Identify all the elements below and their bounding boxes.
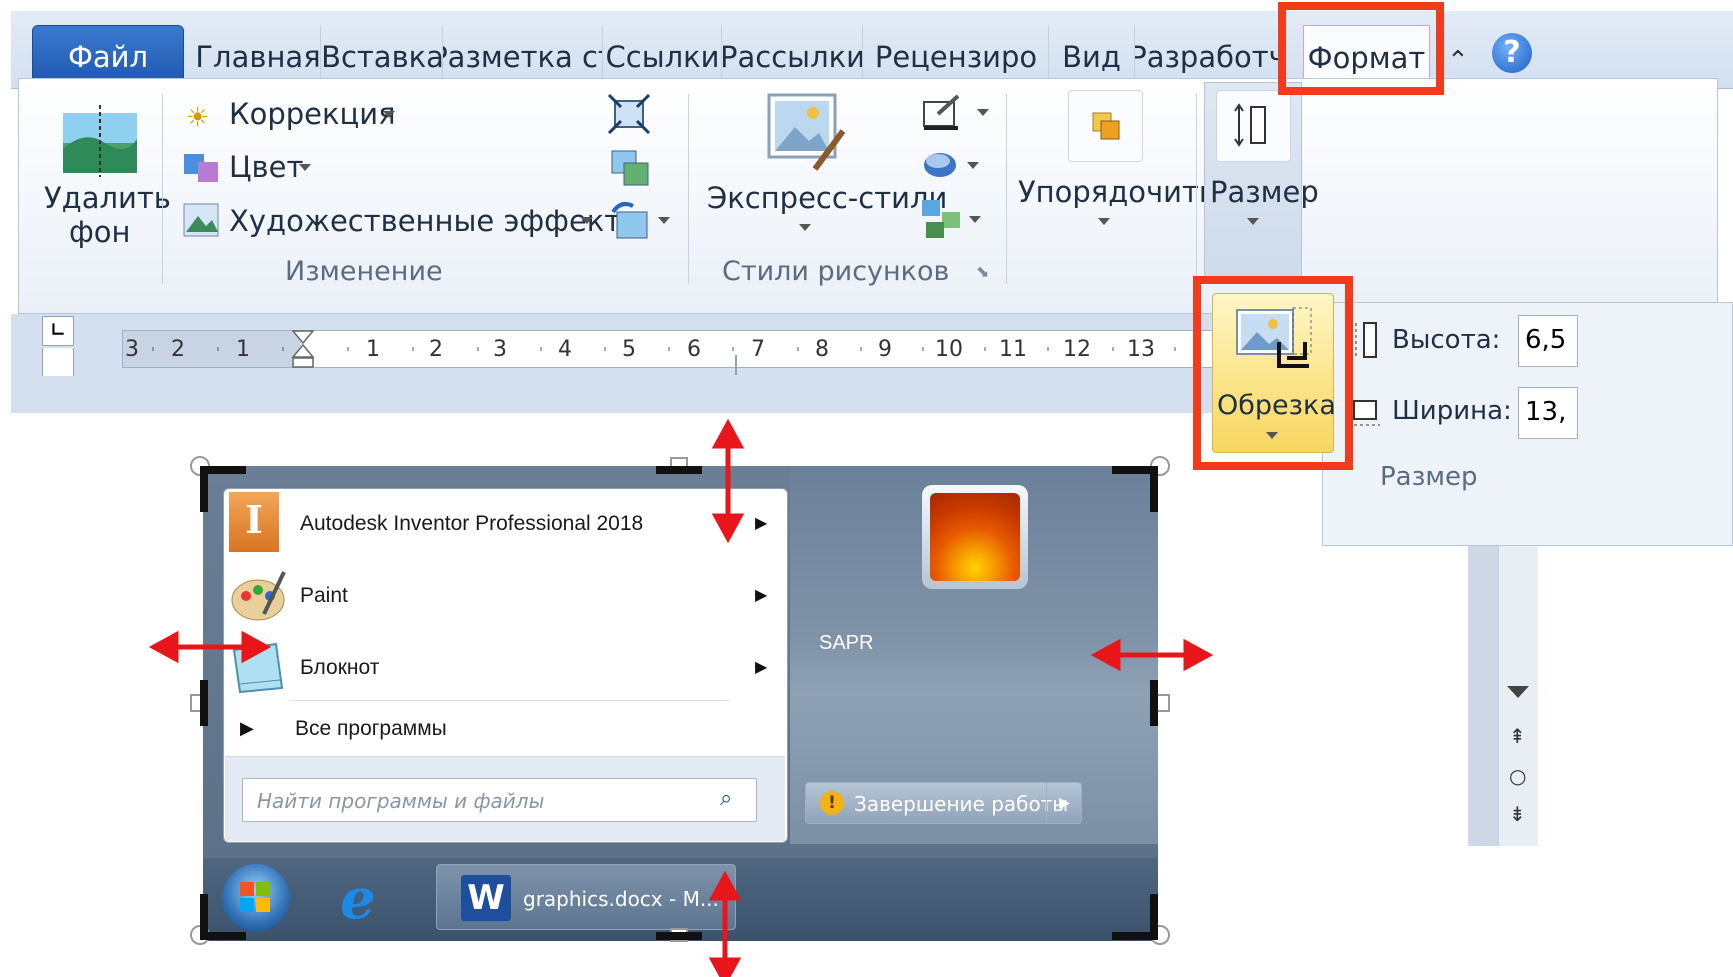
height-label: Высота: xyxy=(1392,325,1501,355)
highlight-crop-button xyxy=(1193,276,1353,470)
help-icon[interactable]: ? xyxy=(1492,33,1532,73)
separator xyxy=(688,94,689,284)
submenu-arrow-icon[interactable]: ▶ xyxy=(755,513,767,532)
reset-picture-icon[interactable] xyxy=(607,198,653,242)
group-label-size: Размер xyxy=(1380,462,1478,492)
group-label-adjust: Изменение xyxy=(285,256,443,287)
menu-divider xyxy=(290,700,730,701)
compress-pictures-icon[interactable] xyxy=(607,93,651,135)
chevron-down-icon[interactable] xyxy=(799,224,811,231)
picture-effects-icon[interactable] xyxy=(920,147,962,181)
chevron-down-icon[interactable] xyxy=(299,164,311,171)
quick-styles-icon[interactable] xyxy=(765,91,847,177)
windows-logo-icon xyxy=(240,882,270,912)
width-label: Ширина: xyxy=(1392,396,1512,426)
dialog-launcher-icon[interactable]: ⬊ xyxy=(976,262,989,281)
color-icon xyxy=(184,154,218,182)
chevron-down-icon[interactable] xyxy=(658,217,670,224)
chevron-down-icon[interactable] xyxy=(383,111,395,118)
arrange-button[interactable]: Упорядочить xyxy=(1018,175,1216,209)
chevron-down-icon[interactable] xyxy=(977,109,989,116)
arrange-icon xyxy=(1092,112,1120,140)
horizontal-ruler[interactable]: 3 2 1 1 2 3 4 5 6 7 8 9 10 11 12 13 xyxy=(122,330,1322,368)
start-menu-item[interactable]: Paint xyxy=(300,584,348,608)
word-icon: W xyxy=(461,875,511,921)
page-shadow xyxy=(1468,546,1498,846)
quick-styles-button[interactable]: Экспресс-стили xyxy=(707,181,947,215)
group-label-picture-styles: Стили рисунков xyxy=(722,256,950,287)
picture-layout-icon[interactable] xyxy=(920,198,966,240)
height-icon xyxy=(1355,322,1377,358)
shield-warning-icon: ! xyxy=(820,791,844,815)
start-button[interactable] xyxy=(222,864,290,932)
crop-handle-e[interactable] xyxy=(1150,680,1158,726)
chevron-down-icon[interactable] xyxy=(1098,218,1110,225)
user-name[interactable]: SAPR xyxy=(819,632,873,655)
picture-border-icon[interactable] xyxy=(920,94,962,132)
crop-handle-se[interactable] xyxy=(1150,894,1158,940)
submenu-arrow-icon[interactable]: ▶ xyxy=(755,657,767,676)
vertical-scrollbar[interactable]: ⇞ ○ ⇟ xyxy=(1498,546,1538,846)
size-button[interactable]: Размер xyxy=(1210,175,1319,209)
width-icon xyxy=(1353,400,1380,426)
start-menu-item[interactable]: Блокнот xyxy=(300,656,379,680)
crop-handle-ne[interactable] xyxy=(1150,466,1158,512)
all-programs-arrow-icon[interactable]: ▶ xyxy=(240,718,254,739)
shutdown-options-icon[interactable]: ▶ xyxy=(1046,783,1082,823)
start-search-input[interactable]: Найти программы и файлы xyxy=(242,778,757,822)
width-input[interactable]: 13, xyxy=(1518,387,1578,439)
size-icon xyxy=(1234,103,1266,147)
separator xyxy=(1196,94,1197,284)
shutdown-label: Завершение работы xyxy=(854,792,1069,816)
start-menu-item[interactable]: Autodesk Inventor Professional 2018 xyxy=(300,512,643,536)
separator xyxy=(1006,94,1007,284)
minimize-ribbon-icon[interactable]: ⌃ xyxy=(1447,46,1469,76)
indent-marker-icon[interactable] xyxy=(291,329,315,369)
remove-background-label-2[interactable]: фон xyxy=(69,215,131,249)
notepad-icon xyxy=(232,642,284,694)
internet-explorer-icon[interactable]: e xyxy=(340,866,376,932)
user-avatar[interactable] xyxy=(922,485,1028,589)
chevron-down-icon[interactable] xyxy=(581,217,593,224)
crop-handle-s[interactable] xyxy=(656,932,702,940)
sun-icon: ☀ xyxy=(186,103,210,133)
crop-handle-nw[interactable] xyxy=(200,466,208,512)
remove-background-icon[interactable] xyxy=(55,99,145,179)
crop-handle-n[interactable] xyxy=(656,466,702,474)
arrange-button-frame[interactable] xyxy=(1068,90,1143,162)
shutdown-button[interactable]: ! Завершение работы ▶ xyxy=(805,782,1082,824)
remove-background-label-1[interactable]: Удалить xyxy=(44,181,171,215)
highlight-format-tab xyxy=(1278,2,1444,95)
chevron-down-icon[interactable] xyxy=(969,216,981,223)
corrections-button[interactable]: Коррекция xyxy=(229,97,396,131)
flower-icon xyxy=(930,493,1020,581)
change-picture-icon[interactable] xyxy=(610,149,652,189)
paint-icon xyxy=(231,571,286,621)
scroll-down-icon[interactable] xyxy=(1507,686,1529,698)
taskbar-word-label: graphics.docx - M... xyxy=(523,887,719,911)
next-page-icon[interactable]: ⇟ xyxy=(1509,802,1526,826)
all-programs-link[interactable]: Все программы xyxy=(295,717,447,741)
resize-handle-e[interactable] xyxy=(1156,694,1170,712)
vertical-ruler-stub xyxy=(42,348,74,376)
previous-page-icon[interactable]: ⇞ xyxy=(1509,724,1526,748)
height-input[interactable]: 6,5 xyxy=(1518,315,1578,367)
autodesk-inventor-icon: I xyxy=(229,492,279,552)
submenu-arrow-icon[interactable]: ▶ xyxy=(755,585,767,604)
tab-selector-icon[interactable]: ∟ xyxy=(42,316,74,346)
color-button[interactable]: Цвет xyxy=(229,150,303,184)
search-icon[interactable]: ⌕ xyxy=(720,786,732,811)
page-edge-marker xyxy=(735,355,737,375)
taskbar-word-button[interactable]: W graphics.docx - M... xyxy=(436,864,736,930)
crop-handle-sw[interactable] xyxy=(200,894,208,940)
crop-handle-w[interactable] xyxy=(200,680,208,726)
browse-object-icon[interactable]: ○ xyxy=(1509,764,1526,788)
separator xyxy=(162,94,163,284)
chevron-down-icon[interactable] xyxy=(967,162,979,169)
chevron-down-icon[interactable] xyxy=(1247,218,1259,225)
artistic-effects-icon xyxy=(183,203,219,237)
size-icon-frame xyxy=(1216,90,1291,162)
